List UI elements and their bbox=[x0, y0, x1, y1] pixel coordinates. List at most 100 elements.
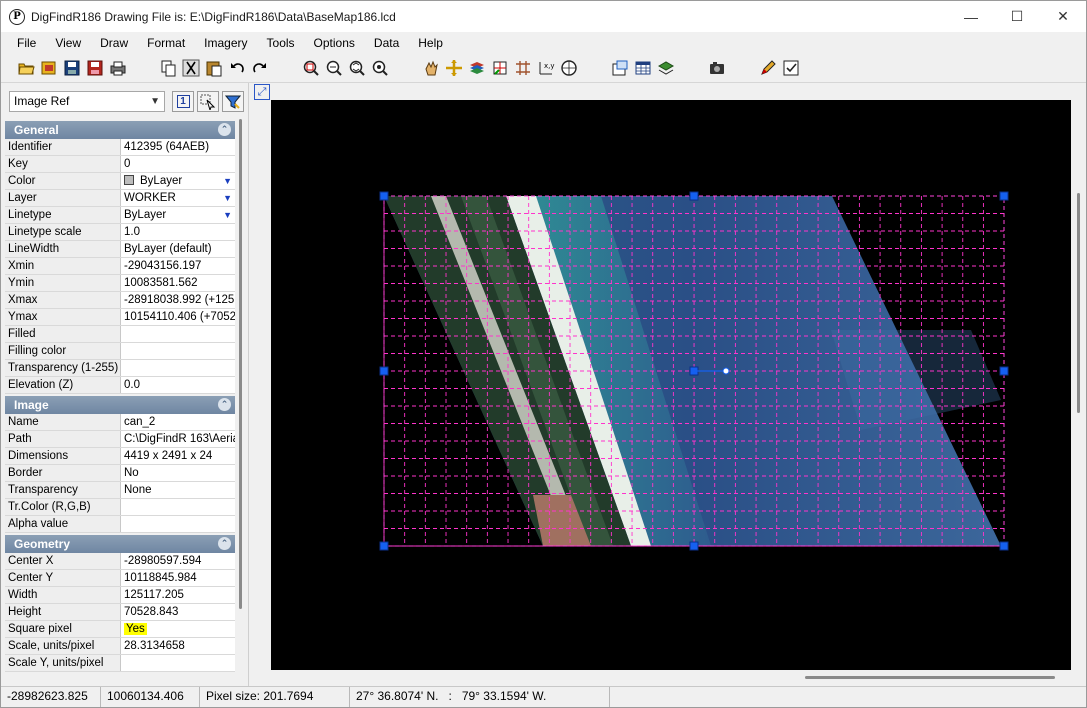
property-value[interactable] bbox=[121, 343, 235, 359]
property-value[interactable] bbox=[121, 655, 235, 671]
measure-icon[interactable] bbox=[560, 59, 578, 77]
maximize-button[interactable]: ☐ bbox=[994, 1, 1040, 32]
resize-handle[interactable] bbox=[999, 366, 1009, 376]
property-row-transparency[interactable]: Transparency None bbox=[5, 482, 235, 499]
property-row-transparency-1-255[interactable]: Transparency (1-255) bbox=[5, 360, 235, 377]
collapse-icon[interactable]: ⌃ bbox=[218, 537, 231, 550]
properties-icon[interactable] bbox=[611, 59, 629, 77]
select-object-button[interactable] bbox=[197, 91, 219, 112]
resize-handle[interactable] bbox=[689, 191, 699, 201]
paste-icon[interactable] bbox=[205, 59, 223, 77]
section-header-general[interactable]: General ⌃ bbox=[5, 121, 235, 139]
property-value[interactable] bbox=[121, 360, 235, 376]
resize-handle[interactable] bbox=[999, 541, 1009, 551]
menu-file[interactable]: File bbox=[7, 32, 45, 55]
minimize-button[interactable]: — bbox=[948, 1, 994, 32]
property-value[interactable]: -28980597.594 bbox=[121, 553, 235, 569]
property-row-filled[interactable]: Filled bbox=[5, 326, 235, 343]
vertical-scrollbar[interactable] bbox=[1077, 193, 1080, 413]
property-row-linetype[interactable]: Linetype ByLayer ▼ bbox=[5, 207, 235, 224]
property-value[interactable]: ByLayer (default) bbox=[121, 241, 235, 257]
property-row-square-pixel[interactable]: Square pixel Yes bbox=[5, 621, 235, 638]
property-row-dimensions[interactable]: Dimensions 4419 x 2491 x 24 bbox=[5, 448, 235, 465]
resize-handle[interactable] bbox=[379, 541, 389, 551]
zoom-out-icon[interactable] bbox=[325, 59, 343, 77]
property-row-elevation-z[interactable]: Elevation (Z) 0.0 bbox=[5, 377, 235, 394]
property-value[interactable]: 10154110.406 (+7052( bbox=[121, 309, 235, 325]
move-icon[interactable] bbox=[445, 59, 463, 77]
property-row-name[interactable]: Name can_2 bbox=[5, 414, 235, 431]
property-row-center-x[interactable]: Center X -28980597.594 bbox=[5, 553, 235, 570]
section-header-image[interactable]: Image ⌃ bbox=[5, 396, 235, 414]
zoom-extents-icon[interactable] bbox=[348, 59, 366, 77]
property-value[interactable]: 70528.843 bbox=[121, 604, 235, 620]
property-value[interactable]: None bbox=[121, 482, 235, 498]
undo-icon[interactable] bbox=[228, 59, 246, 77]
zoom-icon[interactable] bbox=[371, 59, 389, 77]
panel-scrollbar-thumb[interactable] bbox=[239, 119, 242, 609]
property-row-border[interactable]: Border No bbox=[5, 465, 235, 482]
menu-draw[interactable]: Draw bbox=[90, 32, 137, 55]
property-value[interactable]: can_2 bbox=[121, 414, 235, 430]
property-value[interactable]: 0.0 bbox=[121, 377, 235, 393]
property-row-ymax[interactable]: Ymax 10154110.406 (+7052( bbox=[5, 309, 235, 326]
zoom-all-icon[interactable]: ⤢ bbox=[254, 84, 270, 100]
open-folder-icon[interactable] bbox=[17, 59, 35, 77]
open-image-icon[interactable] bbox=[40, 59, 58, 77]
property-row-xmin[interactable]: Xmin -29043156.197 bbox=[5, 258, 235, 275]
menu-imagery[interactable]: Imagery bbox=[194, 32, 256, 55]
property-value[interactable]: 10083581.562 bbox=[121, 275, 235, 291]
panel-scrollbar[interactable] bbox=[237, 119, 245, 679]
property-value[interactable]: 10118845.984 bbox=[121, 570, 235, 586]
object-type-select[interactable]: Image Ref ▼ bbox=[9, 91, 165, 112]
save-as-icon[interactable] bbox=[86, 59, 104, 77]
property-row-height[interactable]: Height 70528.843 bbox=[5, 604, 235, 621]
property-value[interactable]: 412395 (64AEB) bbox=[121, 139, 235, 155]
property-row-color[interactable]: Color ByLayer ▼ bbox=[5, 173, 235, 190]
property-row-key[interactable]: Key 0 bbox=[5, 156, 235, 173]
property-value[interactable]: 4419 x 2491 x 24 bbox=[121, 448, 235, 464]
resize-handle[interactable] bbox=[379, 191, 389, 201]
resize-handle[interactable] bbox=[379, 366, 389, 376]
filter-button[interactable] bbox=[222, 91, 244, 112]
property-value[interactable]: WORKER ▼ bbox=[121, 190, 235, 206]
pan-hand-icon[interactable] bbox=[422, 59, 440, 77]
menu-help[interactable]: Help bbox=[408, 32, 452, 55]
redo-icon[interactable] bbox=[251, 59, 269, 77]
property-value[interactable]: 0 bbox=[121, 156, 235, 172]
layers-icon[interactable] bbox=[468, 59, 486, 77]
grid-select-icon[interactable] bbox=[491, 59, 509, 77]
property-value[interactable] bbox=[121, 516, 235, 532]
property-row-tr-color-r-g-b[interactable]: Tr.Color (R,G,B) bbox=[5, 499, 235, 516]
layer-stack-icon[interactable] bbox=[657, 59, 675, 77]
close-button[interactable]: ✕ bbox=[1040, 1, 1086, 32]
dropdown-arrow-icon[interactable]: ▼ bbox=[223, 207, 232, 223]
snap-icon[interactable] bbox=[514, 59, 532, 77]
section-header-geometry[interactable]: Geometry ⌃ bbox=[5, 535, 235, 553]
dropdown-arrow-icon[interactable]: ▼ bbox=[223, 190, 232, 206]
resize-handle[interactable] bbox=[999, 191, 1009, 201]
info-button[interactable]: 1 bbox=[172, 91, 194, 112]
property-value[interactable]: ByLayer ▼ bbox=[121, 207, 235, 223]
menu-data[interactable]: Data bbox=[364, 32, 408, 55]
property-row-filling-color[interactable]: Filling color bbox=[5, 343, 235, 360]
property-row-scale-y-units-pixel[interactable]: Scale Y, units/pixel bbox=[5, 655, 235, 672]
property-value[interactable]: C:\DigFindR 163\Aerial bbox=[121, 431, 235, 447]
copy-icon[interactable] bbox=[159, 59, 177, 77]
property-value[interactable]: No bbox=[121, 465, 235, 481]
map-canvas[interactable] bbox=[271, 100, 1071, 670]
dropdown-arrow-icon[interactable]: ▼ bbox=[223, 173, 232, 189]
collapse-icon[interactable]: ⌃ bbox=[218, 398, 231, 411]
cut-icon[interactable] bbox=[182, 59, 200, 77]
menu-view[interactable]: View bbox=[45, 32, 90, 55]
save-icon[interactable] bbox=[63, 59, 81, 77]
property-value[interactable]: -29043156.197 bbox=[121, 258, 235, 274]
camera-icon[interactable] bbox=[708, 59, 726, 77]
property-row-path[interactable]: Path C:\DigFindR 163\Aerial bbox=[5, 431, 235, 448]
menu-format[interactable]: Format bbox=[137, 32, 194, 55]
property-row-width[interactable]: Width 125117.205 bbox=[5, 587, 235, 604]
property-row-xmax[interactable]: Xmax -28918038.992 (+1251 bbox=[5, 292, 235, 309]
property-row-scale-units-pixel[interactable]: Scale, units/pixel 28.3134658 bbox=[5, 638, 235, 655]
zoom-window-icon[interactable] bbox=[302, 59, 320, 77]
property-row-linetype-scale[interactable]: Linetype scale 1.0 bbox=[5, 224, 235, 241]
